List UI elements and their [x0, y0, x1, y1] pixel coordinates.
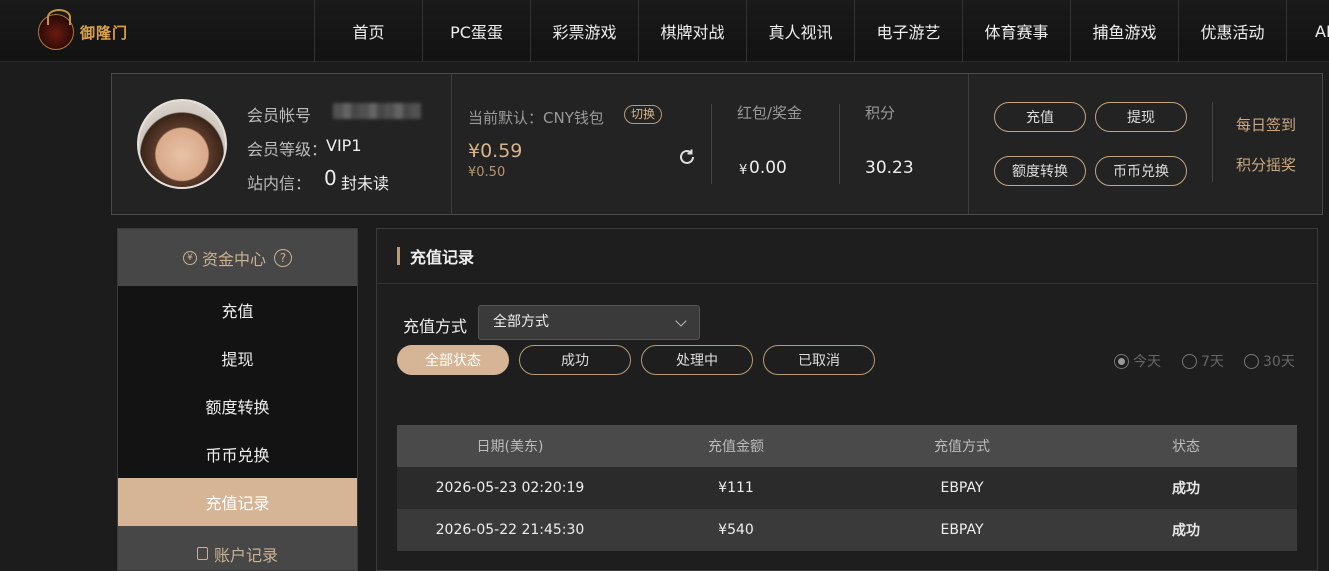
sidebar-item-recharge-records[interactable]: 充值记录 — [118, 478, 357, 526]
range-label: 今天 — [1133, 354, 1161, 370]
points-label: 积分 — [865, 104, 896, 122]
method-select-value: 全部方式 — [493, 314, 549, 330]
bonus-label: 红包/奖金 — [737, 104, 803, 122]
divider — [451, 74, 452, 214]
nav-item-live-video[interactable]: 真人视讯 — [746, 0, 854, 62]
records-table: 日期(美东) 充值金额 充值方式 状态 2026-05-23 02:20:19 … — [397, 425, 1297, 551]
column-header-status: 状态 — [1172, 439, 1200, 455]
wallet-default-label: 当前默认：CNY钱包 — [468, 109, 604, 127]
table-header: 日期(美东) 充值金额 充值方式 状态 — [397, 425, 1297, 467]
funds-sidebar: ¥ 资金中心 ? 充值 提现 额度转换 币币兑换 充值记录 账户记录 — [117, 228, 358, 571]
sidebar-section-account-records[interactable]: 账户记录 — [118, 526, 357, 570]
status-filter-all[interactable]: 全部状态 — [397, 345, 509, 375]
bonus-currency: ¥ — [739, 163, 748, 178]
help-icon[interactable]: ? — [274, 248, 292, 267]
range-label: 30天 — [1263, 354, 1295, 370]
mail-count[interactable]: 0 — [324, 166, 337, 190]
page-title: 充值记录 — [410, 248, 475, 267]
points-value: 30.23 — [865, 158, 914, 178]
range-label: 7天 — [1201, 354, 1224, 370]
document-icon — [196, 547, 208, 560]
wallet-balance: ¥0.59 — [468, 140, 523, 162]
radio-icon — [1244, 353, 1259, 369]
table-row: 2026-05-22 21:45:30 ¥540 EBPAY 成功 — [397, 509, 1297, 551]
nav-item-promotions[interactable]: 优惠活动 — [1178, 0, 1286, 62]
method-filter-label: 充值方式 — [403, 317, 468, 336]
cell-amount: ¥111 — [718, 480, 754, 496]
range-radio-7-days[interactable]: 7天 — [1182, 351, 1224, 371]
nav-item-e-games[interactable]: 电子游艺 — [854, 0, 962, 62]
cell-amount: ¥540 — [718, 522, 754, 538]
top-navbar: 御隆门 首页 PC蛋蛋 彩票游戏 棋牌对战 真人视讯 电子游艺 体育赛事 捕鱼游… — [0, 0, 1329, 62]
column-header-method: 充值方式 — [934, 439, 990, 455]
sidebar-item-coin-exchange[interactable]: 币币兑换 — [118, 430, 357, 478]
status-filter-success[interactable]: 成功 — [519, 345, 631, 375]
wallet-balance-sub: ¥0.50 — [468, 165, 506, 180]
main-nav: 首页 PC蛋蛋 彩票游戏 棋牌对战 真人视讯 电子游艺 体育赛事 捕鱼游戏 优惠… — [314, 0, 1329, 62]
nav-item-lottery[interactable]: 彩票游戏 — [530, 0, 638, 62]
daily-signin-link[interactable]: 每日签到 — [1236, 114, 1296, 135]
radio-icon — [1182, 353, 1197, 369]
sidebar-item-withdraw[interactable]: 提现 — [118, 334, 357, 382]
level-label: 会员等级： — [247, 140, 328, 159]
withdraw-button[interactable]: 提现 — [1095, 102, 1187, 132]
divider — [968, 74, 969, 214]
divider — [1212, 102, 1213, 182]
method-select[interactable]: 全部方式 — [478, 305, 700, 340]
sidebar-item-transfer[interactable]: 额度转换 — [118, 382, 357, 430]
logo-emblem-icon — [38, 9, 74, 50]
wallet-switch-button[interactable]: 切换 — [624, 105, 663, 124]
transfer-button[interactable]: 额度转换 — [994, 156, 1086, 186]
account-label: 会员帐号 — [247, 106, 312, 125]
status-filter-processing[interactable]: 处理中 — [641, 345, 753, 375]
range-radio-30-days[interactable]: 30天 — [1244, 351, 1295, 371]
cell-method: EBPAY — [940, 522, 984, 538]
nav-item-pc-egg[interactable]: PC蛋蛋 — [422, 0, 530, 62]
level-value: VIP1 — [326, 136, 362, 155]
cell-status: 成功 — [1172, 523, 1200, 539]
panel-header: 充值记录 — [377, 229, 1317, 284]
nav-item-chess-cards[interactable]: 棋牌对战 — [638, 0, 746, 62]
divider — [839, 104, 840, 184]
chevron-down-icon — [675, 315, 687, 327]
table-row: 2026-05-23 02:20:19 ¥111 EBPAY 成功 — [397, 467, 1297, 509]
brand-logo[interactable]: 御隆门 — [38, 9, 134, 52]
cell-date: 2026-05-23 02:20:19 — [435, 480, 585, 496]
user-info-panel: 会员帐号 会员等级： VIP1 站内信： 0 封未读 当前默认：CNY钱包 切换… — [111, 73, 1323, 215]
cell-method: EBPAY — [940, 480, 984, 496]
points-lottery-link[interactable]: 积分摇奖 — [1236, 154, 1296, 175]
coin-exchange-button[interactable]: 币币兑换 — [1095, 156, 1187, 186]
yen-icon: ¥ — [182, 250, 197, 265]
cell-date: 2026-05-22 21:45:30 — [435, 522, 585, 538]
title-accent-bar — [397, 247, 400, 265]
mail-suffix: 封未读 — [341, 174, 390, 193]
column-header-date: 日期(美东) — [476, 439, 544, 455]
sidebar-title: 资金中心 — [201, 249, 266, 269]
nav-item-home[interactable]: 首页 — [314, 0, 422, 62]
sidebar-footer-label: 账户记录 — [213, 545, 278, 565]
range-radio-today[interactable]: 今天 — [1114, 351, 1161, 371]
sidebar-item-recharge[interactable]: 充值 — [118, 286, 357, 334]
nav-item-sports[interactable]: 体育赛事 — [962, 0, 1070, 62]
bonus-value: 0.00 — [749, 158, 787, 178]
recharge-records-panel: 充值记录 充值方式 全部方式 全部状态 成功 处理中 已取消 今天 7天 30天… — [376, 228, 1318, 571]
sidebar-header: ¥ 资金中心 ? — [118, 229, 357, 286]
avatar[interactable] — [137, 99, 227, 189]
column-header-amount: 充值金额 — [708, 439, 764, 455]
cell-status: 成功 — [1172, 481, 1200, 497]
status-filter-cancelled[interactable]: 已取消 — [763, 345, 875, 375]
nav-item-fishing[interactable]: 捕鱼游戏 — [1070, 0, 1178, 62]
recharge-button[interactable]: 充值 — [994, 102, 1086, 132]
brand-name: 御隆门 — [80, 23, 129, 42]
mail-label: 站内信： — [247, 174, 312, 193]
refresh-icon[interactable] — [677, 147, 697, 167]
radio-icon — [1114, 353, 1129, 369]
nav-item-app[interactable]: AP — [1286, 0, 1329, 62]
masked-account-id — [333, 103, 421, 119]
divider — [711, 104, 712, 184]
